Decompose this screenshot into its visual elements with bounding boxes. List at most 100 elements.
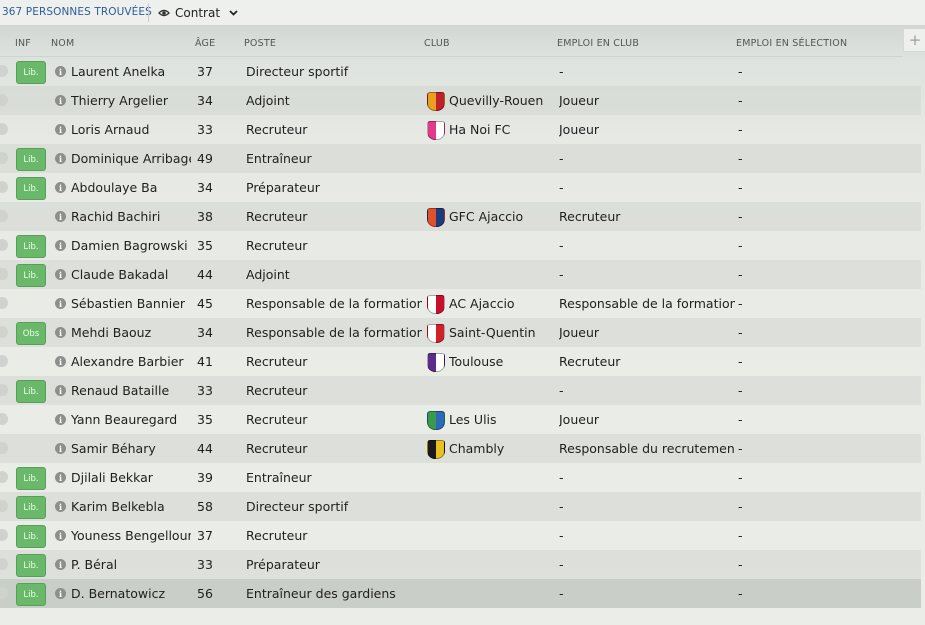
select-checkbox[interactable] [0,587,8,599]
table-row[interactable]: Lib. i Damien Bagrowski 35 Recruteur - - [0,231,921,260]
info-icon[interactable]: i [55,298,66,309]
person-name[interactable]: Loris Arnaud [71,122,191,137]
select-checkbox[interactable] [0,355,8,367]
column-header-poste[interactable]: POSTE [244,38,276,49]
person-name[interactable]: P. Béral [71,557,191,572]
info-icon[interactable]: i [55,588,66,599]
person-name[interactable]: Thierry Argelier [71,93,191,108]
column-header-inf[interactable]: INF [15,38,31,49]
info-icon[interactable]: i [55,443,66,454]
column-header-club[interactable]: CLUB [424,38,450,49]
select-checkbox[interactable] [0,413,8,425]
select-checkbox[interactable] [0,384,8,396]
column-header-emploi-selection[interactable]: EMPLOI EN SÉLECTION [736,38,847,49]
person-name[interactable]: Renaud Bataille [71,383,191,398]
person-name[interactable]: Rachid Bachiri [71,209,191,224]
table-row[interactable]: Lib. i P. Béral 33 Préparateur - - [0,550,921,579]
select-checkbox[interactable] [0,326,8,338]
person-name[interactable]: Karim Belkebla [71,499,191,514]
select-checkbox[interactable] [0,239,8,251]
table-row[interactable]: Lib. i Dominique Arribagé 49 Entraîneur - - [0,144,921,173]
person-name[interactable]: Mehdi Baouz [71,325,191,340]
info-icon[interactable]: i [55,501,66,512]
info-icon[interactable]: i [55,327,66,338]
select-checkbox[interactable] [0,94,8,106]
select-checkbox[interactable] [0,442,8,454]
table-row[interactable]: Lib. i Karim Belkebla 58 Directeur sportif - - [0,492,921,521]
person-name[interactable]: Damien Bagrowski [71,238,191,253]
select-checkbox[interactable] [0,500,8,512]
club-link[interactable]: Toulouse [449,354,553,369]
info-icon[interactable]: i [55,182,66,193]
info-icon[interactable]: i [55,414,66,425]
select-checkbox[interactable] [0,558,8,570]
quevilly-rouen-crest-icon [427,92,445,111]
select-checkbox[interactable] [0,297,8,309]
info-icon[interactable]: i [55,124,66,135]
club-link[interactable]: Quevilly-Rouen [449,93,553,108]
club-link[interactable]: GFC Ajaccio [449,209,553,224]
person-role: Recruteur [246,383,308,398]
select-checkbox[interactable] [0,210,8,222]
info-icon[interactable]: i [55,95,66,106]
info-icon[interactable]: i [55,66,66,77]
table-row[interactable]: i Sébastien Bannier 45 Responsable de la fo… [0,289,921,318]
status-badge: Lib. [16,177,46,200]
info-icon[interactable]: i [55,240,66,251]
table-row[interactable]: i Samir Béhary 44 Recruteur Chambly Responsab… [0,434,921,463]
club-link[interactable]: Chambly [449,441,553,456]
person-name[interactable]: Samir Béhary [71,441,191,456]
club-link[interactable]: Ha Noi FC [449,122,553,137]
select-checkbox[interactable] [0,268,8,280]
person-name[interactable]: Sébastien Bannier [71,296,191,311]
person-name[interactable]: Youness Bengelloun [71,528,191,543]
column-header-emploi-club[interactable]: EMPLOI EN CLUB [557,38,639,49]
select-checkbox[interactable] [0,471,8,483]
info-icon[interactable]: i [55,559,66,570]
table-header: INF NOM ÂGE POSTE CLUB EMPLOI EN CLUB EM… [0,32,903,57]
table-row[interactable]: Lib. i Youness Bengelloun 37 Recruteur - - [0,521,921,550]
person-name[interactable]: Dominique Arribagé [71,151,191,166]
view-selector-button[interactable]: Contrat [158,3,239,22]
club-link[interactable]: AC Ajaccio [449,296,553,311]
table-row[interactable]: i Alexandre Barbier 41 Recruteur Toulouse Rec… [0,347,921,376]
table-row[interactable]: Lib. i Abdoulaye Ba 34 Préparateur - - [0,173,921,202]
select-checkbox[interactable] [0,65,8,77]
info-icon[interactable]: i [55,385,66,396]
add-column-button[interactable]: + [903,29,925,52]
select-checkbox[interactable] [0,152,8,164]
column-header-age[interactable]: ÂGE [195,38,215,49]
national-job: - [738,151,743,166]
info-icon[interactable]: i [55,530,66,541]
table-row[interactable]: Lib. i Renaud Bataille 33 Recruteur - - [0,376,921,405]
person-name[interactable]: D. Bernatowicz [71,586,191,601]
info-icon[interactable]: i [55,472,66,483]
person-name[interactable]: Laurent Anelka [71,64,191,79]
table-row[interactable]: Lib. i Claude Bakadal 44 Adjoint - - [0,260,921,289]
status-badge: Lib. [16,583,46,606]
person-name[interactable]: Djilali Bekkar [71,470,191,485]
table-row[interactable]: Lib. i Laurent Anelka 37 Directeur sportif - - [0,57,921,86]
info-icon[interactable]: i [55,269,66,280]
club-link[interactable]: Les Ulis [449,412,553,427]
person-name[interactable]: Alexandre Barbier [71,354,191,369]
info-icon[interactable]: i [55,153,66,164]
table-row[interactable]: i Yann Beauregard 35 Recruteur Les Ulis Joueu… [0,405,921,434]
info-icon[interactable]: i [55,211,66,222]
club-link[interactable]: Saint-Quentin [449,325,553,340]
info-icon[interactable]: i [55,356,66,367]
person-age: 44 [197,267,213,282]
select-checkbox[interactable] [0,181,8,193]
person-name[interactable]: Yann Beauregard [71,412,191,427]
table-row[interactable]: Lib. i D. Bernatowicz 56 Entraîneur des gard… [0,579,921,608]
table-row[interactable]: Obs i Mehdi Baouz 34 Responsable de la forma… [0,318,921,347]
table-row[interactable]: i Rachid Bachiri 38 Recruteur GFC Ajaccio Rec… [0,202,921,231]
table-row[interactable]: i Loris Arnaud 33 Recruteur Ha Noi FC Joueur - [0,115,921,144]
select-checkbox[interactable] [0,123,8,135]
select-checkbox[interactable] [0,529,8,541]
person-name[interactable]: Abdoulaye Ba [71,180,191,195]
table-row[interactable]: Lib. i Djilali Bekkar 39 Entraîneur - - [0,463,921,492]
column-header-nom[interactable]: NOM [51,38,74,49]
person-name[interactable]: Claude Bakadal [71,267,191,282]
table-row[interactable]: i Thierry Argelier 34 Adjoint Quevilly-Rouen… [0,86,921,115]
